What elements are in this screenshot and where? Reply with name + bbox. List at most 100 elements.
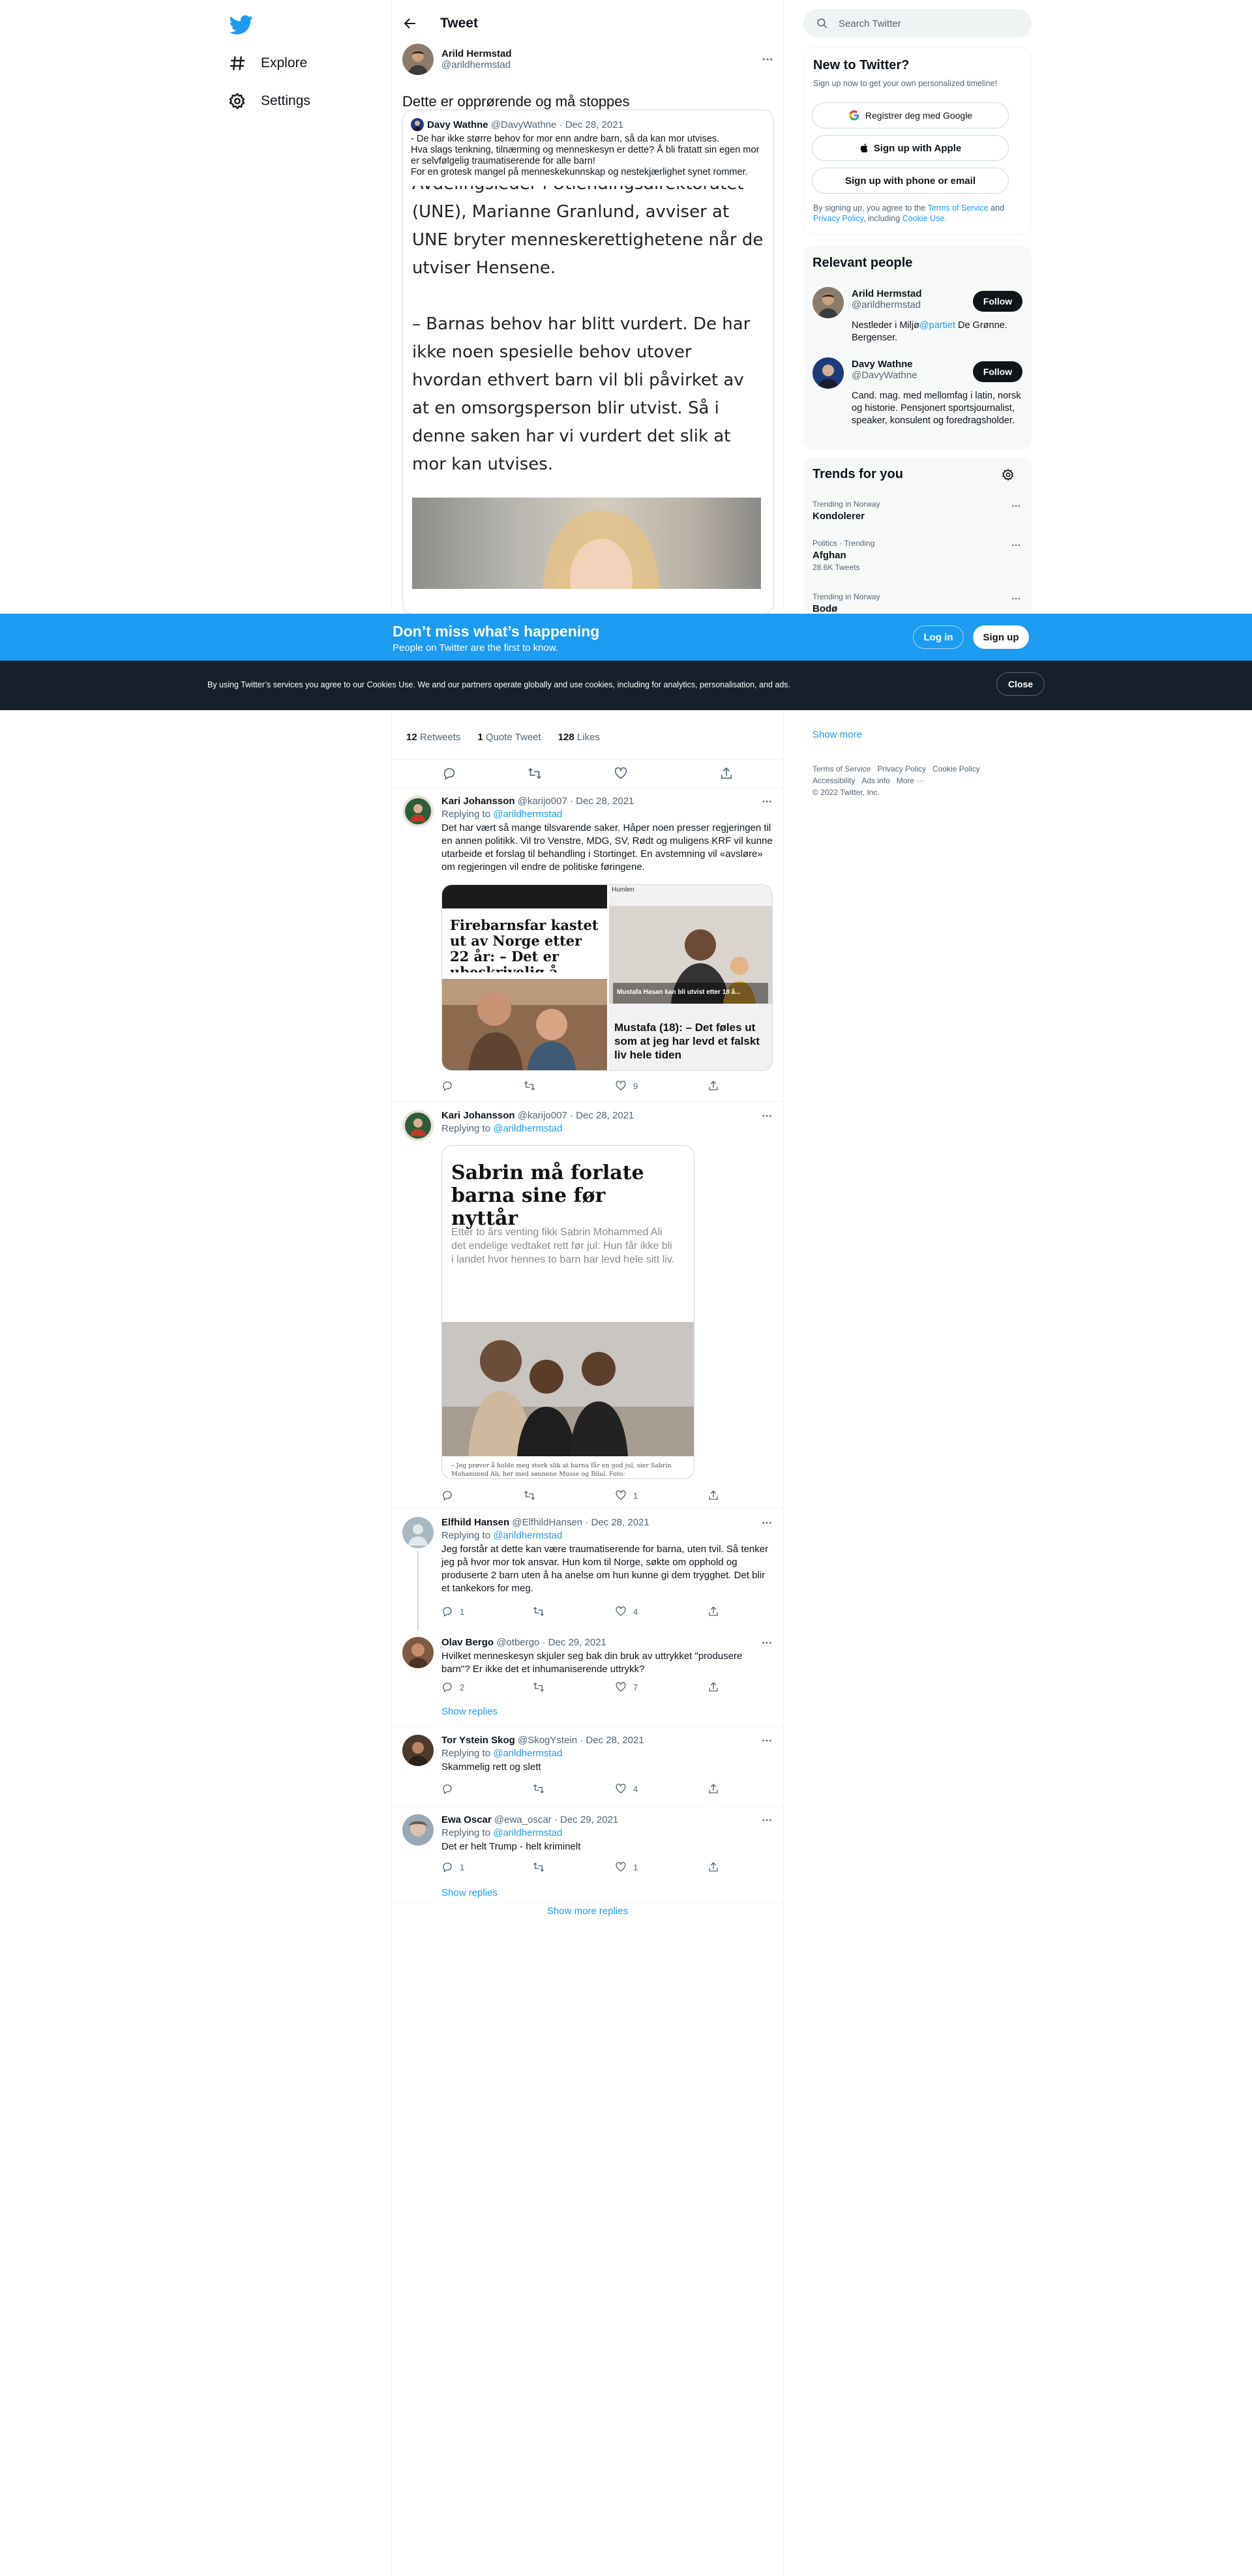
search-box[interactable]	[803, 9, 1032, 38]
reply-author-name[interactable]: Olav Bergo	[441, 1637, 494, 1648]
twitter-logo-icon[interactable]	[228, 13, 254, 37]
more-options-icon[interactable]	[1011, 540, 1021, 550]
google-signup-button[interactable]: Registrer deg med Google	[812, 102, 1009, 128]
reply-tweet[interactable]: Olav Bergo @otbergo · Dec 29, 2021 Hvilk…	[392, 1629, 783, 1727]
avatar[interactable]	[402, 44, 434, 75]
share-button[interactable]	[708, 1606, 726, 1617]
bio-mention-link[interactable]: @partiet	[919, 320, 955, 331]
avatar[interactable]	[812, 287, 844, 318]
footer-link[interactable]: Privacy Policy	[877, 764, 926, 773]
replying-to-link[interactable]: @arildhermstad	[493, 809, 562, 820]
back-arrow-icon[interactable]	[402, 16, 418, 31]
reply-author-handle[interactable]: @ElfhildHansen	[512, 1517, 582, 1528]
reply-author-name[interactable]: Elfhild Hansen	[441, 1517, 509, 1528]
cookie-use-link[interactable]: Cookie Use.	[902, 214, 947, 223]
show-replies-link[interactable]: Show replies	[441, 1887, 498, 1898]
retweet-button[interactable]	[533, 1606, 551, 1617]
like-button[interactable]: 9	[615, 1080, 638, 1092]
reply-button[interactable]: 1	[441, 1606, 464, 1617]
show-more-trends-link[interactable]: Show more	[812, 729, 862, 740]
share-icon[interactable]	[719, 766, 734, 781]
relevant-person[interactable]: Davy Wathne @DavyWathne Follow Cand. mag…	[812, 357, 1022, 426]
retweet-button[interactable]	[533, 1681, 551, 1693]
like-button[interactable]: 7	[615, 1681, 638, 1693]
person-name[interactable]: Arild Hermstad	[852, 288, 922, 299]
replying-to-link[interactable]: @arildhermstad	[493, 1827, 562, 1838]
reply-icon[interactable]	[442, 766, 456, 781]
avatar[interactable]	[402, 1814, 434, 1846]
person-name[interactable]: Davy Wathne	[852, 359, 917, 370]
reply-date[interactable]: · Dec 28, 2021	[570, 796, 634, 807]
share-button[interactable]	[708, 1490, 726, 1501]
reply-author-handle[interactable]: @karijo007	[518, 796, 567, 807]
like-count-link[interactable]: 128 Likes	[558, 732, 600, 743]
footer-link[interactable]: Ads info	[861, 776, 889, 785]
footer-link[interactable]: Accessibility	[812, 776, 855, 785]
cookie-close-button[interactable]: Close	[996, 672, 1045, 696]
person-handle[interactable]: @DavyWathne	[852, 370, 917, 381]
avatar[interactable]	[812, 357, 844, 389]
relevant-person[interactable]: Arild Hermstad @arildhermstad Follow Nes…	[812, 287, 1022, 343]
reply-date[interactable]: · Dec 28, 2021	[580, 1735, 644, 1746]
reply-author-handle[interactable]: @SkogYstein	[518, 1735, 577, 1746]
login-button[interactable]: Log in	[913, 625, 964, 649]
reply-date[interactable]: · Dec 28, 2021	[585, 1517, 649, 1528]
avatar[interactable]	[402, 1517, 434, 1548]
avatar[interactable]	[402, 1735, 434, 1766]
reply-button[interactable]: 2	[441, 1681, 464, 1693]
show-more-replies-link[interactable]: Show more replies	[392, 1906, 783, 1917]
nav-settings[interactable]: Settings	[228, 85, 310, 117]
retweet-count-link[interactable]: 12 Retweets	[406, 732, 460, 743]
share-button[interactable]	[708, 1681, 726, 1693]
signup-button[interactable]: Sign up	[973, 625, 1029, 649]
like-button[interactable]: 4	[615, 1783, 638, 1795]
avatar[interactable]	[402, 1637, 434, 1668]
retweet-button[interactable]	[524, 1080, 542, 1092]
media-right[interactable]: Humlen Mustafa Hasan kan bli utvist ette…	[609, 885, 772, 1070]
reply-tweet[interactable]: Elfhild Hansen @ElfhildHansen · Dec 28, …	[392, 1509, 783, 1630]
like-button[interactable]: 4	[615, 1606, 638, 1617]
terms-of-service-link[interactable]: Terms of Service	[928, 203, 989, 213]
footer-link[interactable]: More ···	[897, 776, 925, 785]
reply-media-image[interactable]: Sabrin må forlate barna sine før nyttår …	[441, 1145, 694, 1479]
reply-button[interactable]	[441, 1783, 460, 1795]
like-icon[interactable]	[614, 766, 628, 781]
replying-to-link[interactable]: @arildhermstad	[493, 1748, 562, 1759]
retweet-button[interactable]	[533, 1783, 551, 1795]
like-button[interactable]: 1	[615, 1490, 638, 1501]
footer-link[interactable]: Terms of Service	[812, 764, 871, 773]
reply-author-name[interactable]: Ewa Oscar	[441, 1814, 492, 1825]
replying-to-link[interactable]: @arildhermstad	[493, 1123, 562, 1134]
trend-item[interactable]: Trending in Norway Kondolerer	[812, 500, 1021, 522]
reply-author-handle[interactable]: @otbergo	[496, 1637, 539, 1648]
person-handle[interactable]: @arildhermstad	[852, 299, 922, 310]
replying-to-link[interactable]: @arildhermstad	[493, 1530, 562, 1541]
follow-button[interactable]: Follow	[973, 291, 1022, 312]
reply-author-name[interactable]: Kari Johansson	[441, 796, 515, 807]
apple-signup-button[interactable]: Sign up with Apple	[812, 135, 1009, 161]
more-options-icon[interactable]	[761, 53, 774, 66]
reply-author-handle[interactable]: @ewa_oscar	[494, 1814, 552, 1825]
retweet-icon[interactable]	[528, 766, 542, 781]
reply-author-handle[interactable]: @karijo007	[518, 1110, 567, 1121]
reply-button[interactable]: 1	[441, 1861, 464, 1873]
reply-media-grid[interactable]: Firebarnsfar kastet ut av Norge etter 22…	[441, 884, 773, 1071]
retweet-button[interactable]	[524, 1490, 542, 1501]
search-input[interactable]	[839, 18, 1021, 29]
reply-button[interactable]	[441, 1490, 460, 1501]
quoted-tweet[interactable]: Davy Wathne @DavyWathne · Dec 28, 2021 -…	[402, 110, 774, 614]
nav-explore[interactable]: Explore	[228, 47, 307, 80]
share-button[interactable]	[708, 1861, 726, 1873]
reply-date[interactable]: · Dec 29, 2021	[542, 1637, 606, 1648]
footer-link[interactable]: Cookie Policy	[932, 764, 980, 773]
media-left[interactable]: Firebarnsfar kastet ut av Norge etter 22…	[442, 885, 607, 1070]
trend-item[interactable]: Politics · Trending Afghan 28.6K Tweets	[812, 539, 1021, 572]
avatar[interactable]	[402, 796, 434, 827]
more-options-icon[interactable]	[1011, 501, 1021, 511]
share-button[interactable]	[708, 1783, 726, 1795]
follow-button[interactable]: Follow	[973, 361, 1022, 382]
reply-tweet[interactable]: Ewa Oscar @ewa_oscar · Dec 29, 2021 Repl…	[392, 1806, 783, 1903]
reply-date[interactable]: · Dec 28, 2021	[570, 1110, 634, 1121]
retweet-button[interactable]	[533, 1861, 551, 1873]
reply-author-name[interactable]: Tor Ystein Skog	[441, 1735, 515, 1746]
